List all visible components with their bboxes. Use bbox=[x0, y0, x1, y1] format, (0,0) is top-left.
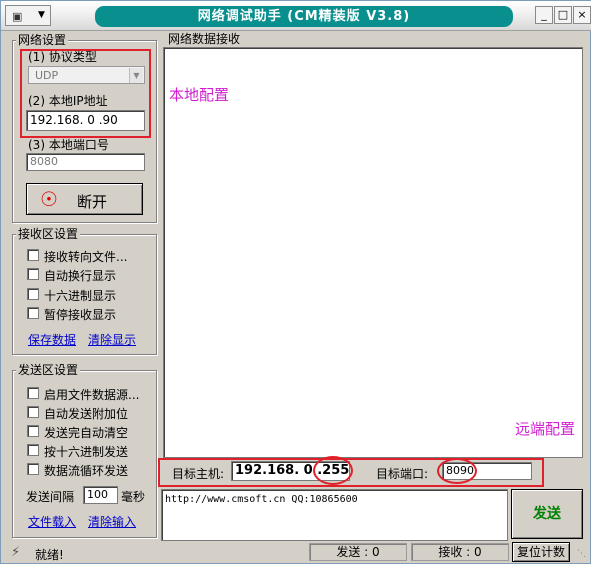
receive-option-row[interactable]: 十六进制显示 bbox=[27, 286, 147, 304]
checkbox[interactable] bbox=[27, 288, 39, 300]
disconnect-label: 断开 bbox=[77, 193, 108, 211]
loop-send-label: 数据流循环发送 bbox=[44, 464, 129, 478]
interval-unit-label: 毫秒 bbox=[121, 490, 146, 504]
received-count: 接收 : 0 bbox=[411, 543, 509, 561]
send-button[interactable]: 发送 bbox=[511, 489, 583, 539]
host-highlight-circle bbox=[313, 456, 353, 485]
receive-option-row[interactable]: 暂停接收显示 bbox=[27, 305, 147, 323]
send-settings-title: 发送区设置 bbox=[16, 363, 81, 377]
checkbox[interactable] bbox=[27, 425, 39, 437]
receive-data-area[interactable] bbox=[163, 47, 583, 458]
protocol-type-label: (1) 协议类型 bbox=[28, 50, 97, 64]
connection-status-icon: ☉ bbox=[40, 187, 58, 211]
app-window: ▣ ▼ 网络调试助手 (CM精装版 V3.8) _ □ × 网络设置 (1) 协… bbox=[0, 0, 591, 564]
load-file-link[interactable]: 文件载入 bbox=[28, 513, 76, 530]
system-menu-button[interactable]: ▣ ▼ bbox=[5, 5, 51, 26]
checkbox[interactable] bbox=[27, 387, 39, 399]
checkbox[interactable] bbox=[27, 444, 39, 456]
auto-wrap-label: 自动换行显示 bbox=[44, 269, 117, 283]
clear-display-link[interactable]: 清除显示 bbox=[88, 331, 136, 348]
clear-input-link[interactable]: 清除输入 bbox=[88, 513, 136, 530]
pause-receive-label: 暂停接收显示 bbox=[44, 308, 117, 322]
protocol-value: UDP bbox=[35, 69, 59, 82]
checkbox[interactable] bbox=[27, 268, 39, 280]
minimize-button[interactable]: _ bbox=[535, 6, 553, 24]
protocol-select[interactable]: UDP ▼ bbox=[28, 66, 145, 84]
checkbox[interactable] bbox=[27, 463, 39, 475]
target-host-label: 目标主机: bbox=[172, 467, 225, 481]
status-ready-text: 就绪! bbox=[35, 548, 64, 562]
checkbox[interactable] bbox=[27, 406, 39, 418]
file-data-source-label: 启用文件数据源... bbox=[44, 388, 140, 402]
reset-count-button[interactable]: 复位计数 bbox=[512, 542, 570, 562]
hex-display-label: 十六进制显示 bbox=[44, 289, 117, 303]
send-option-row[interactable]: 自动发送附加位 bbox=[27, 404, 149, 422]
network-settings-title: 网络设置 bbox=[16, 33, 69, 47]
chevron-down-icon[interactable]: ▼ bbox=[129, 68, 143, 83]
send-option-row[interactable]: 数据流循环发送 bbox=[27, 461, 149, 479]
sent-count: 发送 : 0 bbox=[309, 543, 407, 561]
local-config-annotation: 本地配置 bbox=[169, 86, 230, 104]
send-option-row[interactable]: 启用文件数据源... bbox=[27, 385, 149, 403]
local-port-label: (3) 本地端口号 bbox=[28, 138, 109, 152]
checkbox[interactable] bbox=[27, 307, 39, 319]
local-port-field[interactable]: 8080 bbox=[26, 153, 145, 171]
resize-grip-icon[interactable]: ⋱ bbox=[577, 549, 586, 559]
port-highlight-circle bbox=[437, 458, 477, 484]
local-ip-field[interactable]: 192.168. 0 .90 bbox=[26, 110, 145, 131]
send-option-row[interactable]: 发送完自动清空 bbox=[27, 423, 149, 441]
hex-send-label: 按十六进制发送 bbox=[44, 445, 129, 459]
window-title: 网络调试助手 (CM精装版 V3.8) bbox=[95, 6, 513, 27]
save-data-link[interactable]: 保存数据 bbox=[28, 331, 76, 348]
title-bar: ▣ ▼ 网络调试助手 (CM精装版 V3.8) _ □ × bbox=[1, 1, 591, 31]
status-icon: ⚡ bbox=[11, 545, 21, 560]
receive-settings-title: 接收区设置 bbox=[16, 227, 81, 241]
send-option-row[interactable]: 按十六进制发送 bbox=[27, 442, 149, 460]
network-app-icon: ▣ bbox=[12, 10, 23, 23]
send-interval-label: 发送间隔 bbox=[26, 490, 75, 504]
chevron-down-icon: ▼ bbox=[38, 10, 45, 20]
remote-config-annotation: 远端配置 bbox=[515, 420, 576, 438]
checkbox[interactable] bbox=[27, 249, 39, 261]
send-interval-field[interactable]: 100 bbox=[83, 486, 118, 504]
local-ip-label: (2) 本地IP地址 bbox=[28, 94, 108, 108]
receive-to-file-label: 接收转向文件... bbox=[44, 250, 128, 264]
receive-area-title: 网络数据接收 bbox=[168, 32, 241, 46]
receive-option-row[interactable]: 接收转向文件... bbox=[27, 247, 147, 265]
auto-append-bit-label: 自动发送附加位 bbox=[44, 407, 129, 421]
target-port-label: 目标端口: bbox=[376, 467, 429, 481]
maximize-button[interactable]: □ bbox=[554, 6, 572, 24]
auto-clear-label: 发送完自动清空 bbox=[44, 426, 129, 440]
receive-option-row[interactable]: 自动换行显示 bbox=[27, 266, 147, 284]
close-button[interactable]: × bbox=[573, 6, 591, 24]
disconnect-button[interactable]: ☉ 断开 bbox=[26, 183, 143, 215]
send-input-area[interactable]: http://www.cmsoft.cn QQ:10865600 bbox=[161, 489, 508, 541]
